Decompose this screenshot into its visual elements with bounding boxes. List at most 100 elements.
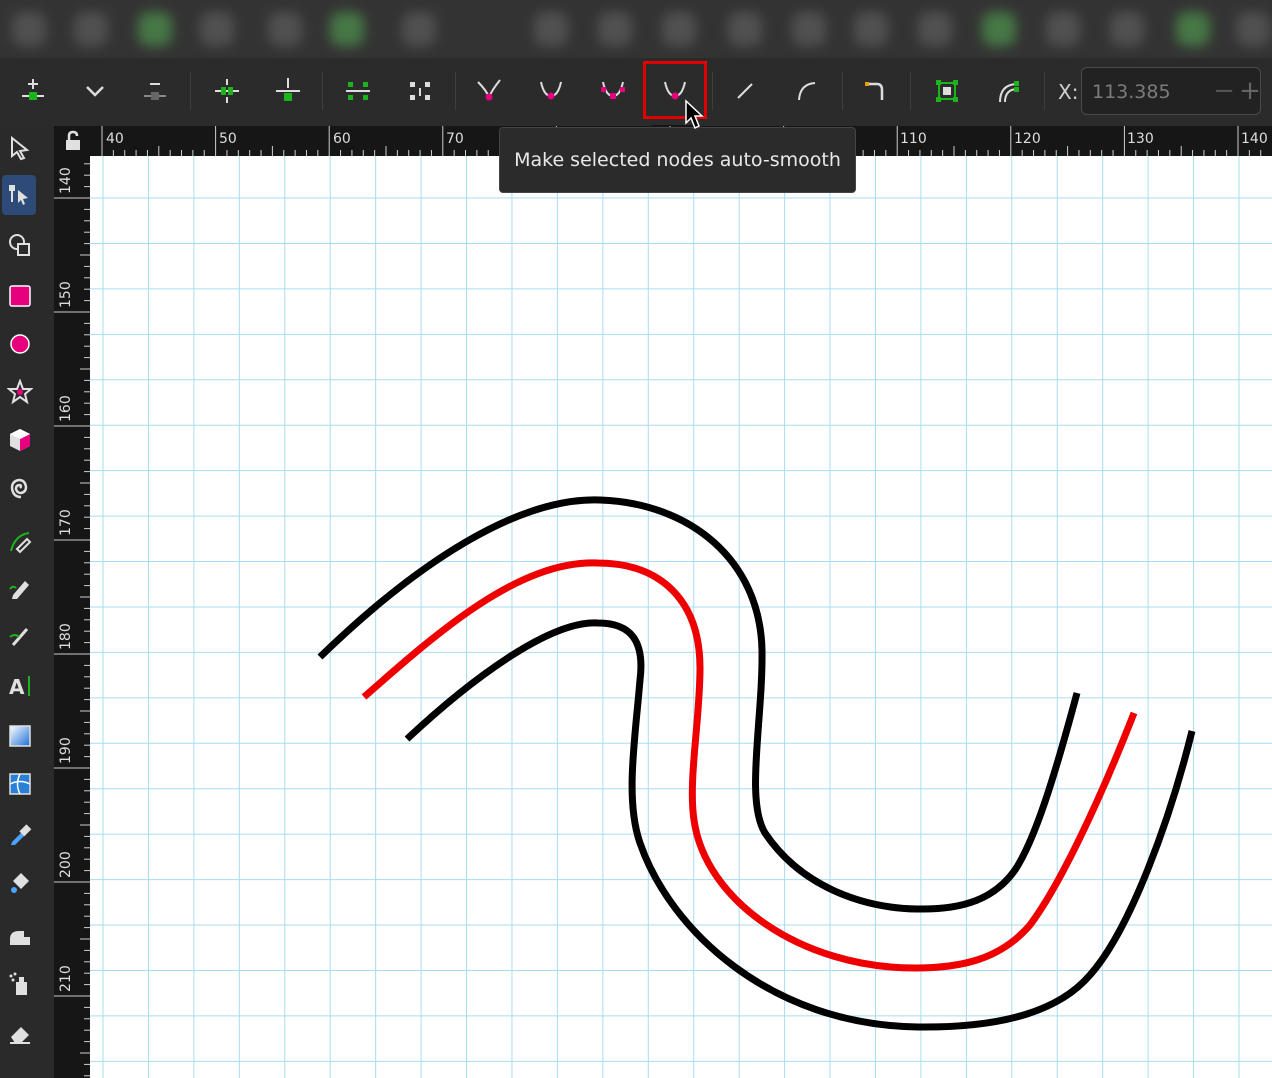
blurred-icon[interactable] [330,12,364,46]
svg-text:A: A [9,675,25,699]
blurred-icon[interactable] [1176,12,1210,46]
command-bar [0,0,1272,58]
ruler-label: 120 [1014,131,1041,147]
separator [910,72,911,110]
selector-tool[interactable] [4,132,36,164]
separator [1044,72,1045,110]
blurred-icon[interactable] [268,12,302,46]
make-cusp-button[interactable] [466,68,512,114]
blurred-icon[interactable] [1110,12,1144,46]
break-path-icon [276,78,300,101]
insert-node-menu-button[interactable] [72,68,118,114]
chevron-down-icon [86,86,104,97]
join-segment-button[interactable] [335,68,381,114]
make-symmetric-button[interactable] [590,68,636,114]
mesh-tool[interactable] [4,768,36,800]
smooth-node-icon [540,81,562,100]
calligraphy-tool[interactable] [4,620,36,652]
spray-tool[interactable] [4,968,36,1000]
x-coordinate-input[interactable] [1090,78,1214,106]
transform-handles-icon [936,80,958,102]
break-path-button[interactable] [265,68,311,114]
cusp-node-icon [477,79,501,101]
path-middle-red[interactable] [361,559,1138,972]
star-icon [7,379,33,405]
separator [712,72,713,110]
segment-to-curve-button[interactable] [784,68,830,114]
pen-tool[interactable] [4,526,36,558]
pencil-tool[interactable] [4,572,36,604]
blurred-icon[interactable] [200,12,234,46]
delete-node-button[interactable] [132,68,178,114]
separator [455,72,456,110]
blurred-icon[interactable] [402,12,436,46]
stroke-to-path-button[interactable] [924,68,970,114]
dropper-tool[interactable] [4,818,36,850]
ruler-label: 110 [900,131,927,147]
join-nodes-icon [215,79,239,103]
delete-segment-icon [410,82,430,100]
ruler-label: 140 [1241,131,1268,147]
x-increment-button[interactable]: + [1238,70,1262,112]
blurred-icon[interactable] [534,12,568,46]
box3d-tool[interactable] [4,424,36,456]
gradient-tool[interactable] [4,720,36,752]
drawing-canvas[interactable] [90,156,1272,1078]
separator [842,72,843,110]
make-smooth-button[interactable] [528,68,574,114]
blurred-icon[interactable] [854,12,888,46]
join-segment-icon [346,82,370,100]
insert-node-icon [22,79,44,100]
curve-segment-icon [798,82,816,101]
separator [190,72,191,110]
blurred-icon[interactable] [728,12,762,46]
paint-bucket-tool[interactable] [4,866,36,898]
circle-tool[interactable] [4,328,36,360]
insert-node-button[interactable] [10,68,56,114]
line-segment-icon [737,83,753,99]
delete-node-icon [144,83,166,100]
blurred-icon[interactable] [662,12,696,46]
delete-segment-button[interactable] [397,68,443,114]
node-tool[interactable] [2,175,36,215]
tweak-icon [10,931,30,945]
rectangle-icon [9,285,31,307]
eraser-tool[interactable] [4,1016,36,1048]
tweak-tool[interactable] [4,920,36,952]
ruler-label: 70 [446,131,464,147]
star-tool[interactable] [4,376,36,408]
symmetric-node-icon [601,81,625,99]
spiral-tool[interactable] [4,472,36,504]
blurred-icon[interactable] [74,12,108,46]
blurred-icon[interactable] [1046,12,1080,46]
shape-builder-tool[interactable] [4,229,36,261]
path-outline-button[interactable] [986,68,1032,114]
calligraphy-icon [9,628,29,646]
ruler-label: 190 [58,737,74,764]
segment-to-line-button[interactable] [722,68,768,114]
blurred-icon[interactable] [918,12,952,46]
object-to-path-button[interactable] [852,68,898,114]
grid [90,156,1272,1078]
mouse-cursor-icon [685,99,704,130]
blurred-icon[interactable] [598,12,632,46]
blurred-icon[interactable] [138,12,172,46]
blurred-icon[interactable] [792,12,826,46]
object-to-path-icon [865,82,884,100]
join-nodes-button[interactable] [204,68,250,114]
path-bottom-black[interactable] [404,619,1196,1031]
ruler-label: 140 [58,167,74,194]
ruler-label: 40 [106,131,124,147]
blurred-icon[interactable] [982,12,1016,46]
spiral-icon [10,478,28,499]
rectangle-tool[interactable] [4,280,36,312]
vertical-ruler[interactable]: 140 150 160 170 180 190 200 210 [54,156,90,1078]
text-tool[interactable]: A [4,670,36,702]
x-decrement-button[interactable]: − [1212,70,1236,112]
blurred-icon[interactable] [12,12,46,46]
lock-icon[interactable] [62,130,84,152]
blurred-icon[interactable] [1236,12,1270,46]
mesh-icon [9,773,31,795]
paint-bucket-icon [11,873,29,893]
ruler-label: 60 [333,131,351,147]
